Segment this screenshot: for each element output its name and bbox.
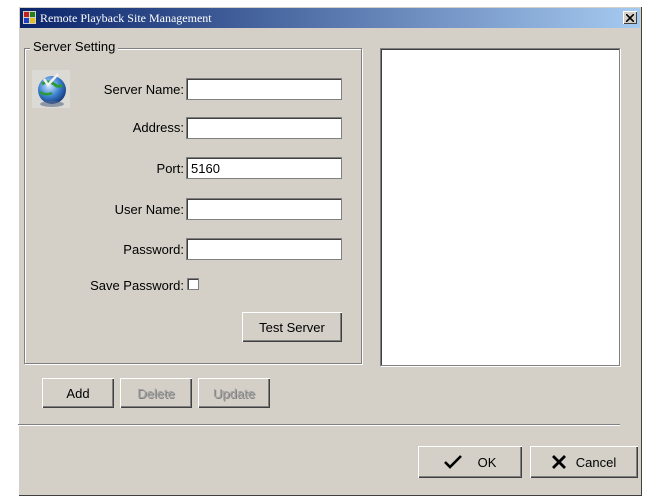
cancel-button[interactable]: Cancel [530,446,638,478]
server-name-field[interactable] [186,78,342,100]
delete-label: Delete [137,385,175,401]
server-setting-legend: Server Setting [30,39,119,54]
test-server-label: Test Server [259,319,325,335]
close-icon [626,13,634,22]
checkmark-icon [443,455,462,469]
password-label: Password: [123,242,184,257]
user-name-label: User Name: [114,202,184,217]
add-button[interactable]: Add [42,378,114,408]
x-icon [551,455,566,469]
save-password-label: Save Password: [90,278,184,293]
ok-button[interactable]: OK [418,446,522,478]
server-name-label: Server Name: [103,82,184,97]
port-field[interactable]: 5160 [186,157,342,179]
update-label: Update [213,385,255,401]
title-bar[interactable]: Remote Playback Site Management [20,8,640,28]
close-button[interactable] [623,11,637,24]
address-field[interactable] [186,117,342,139]
delete-button[interactable]: Delete [120,378,192,408]
window-title: Remote Playback Site Management [40,11,212,25]
user-name-field[interactable] [186,198,342,220]
add-label: Add [66,385,90,401]
test-server-button[interactable]: Test Server [242,312,342,342]
password-field[interactable] [186,238,342,260]
port-label: Port: [156,161,184,176]
separator [18,424,620,426]
update-button[interactable]: Update [198,378,270,408]
ok-label: OK [477,454,497,470]
address-label: Address: [132,120,184,135]
site-list[interactable] [380,48,620,366]
app-icon [23,11,36,24]
cancel-label: Cancel [575,454,617,470]
save-password-checkbox[interactable] [187,278,199,290]
